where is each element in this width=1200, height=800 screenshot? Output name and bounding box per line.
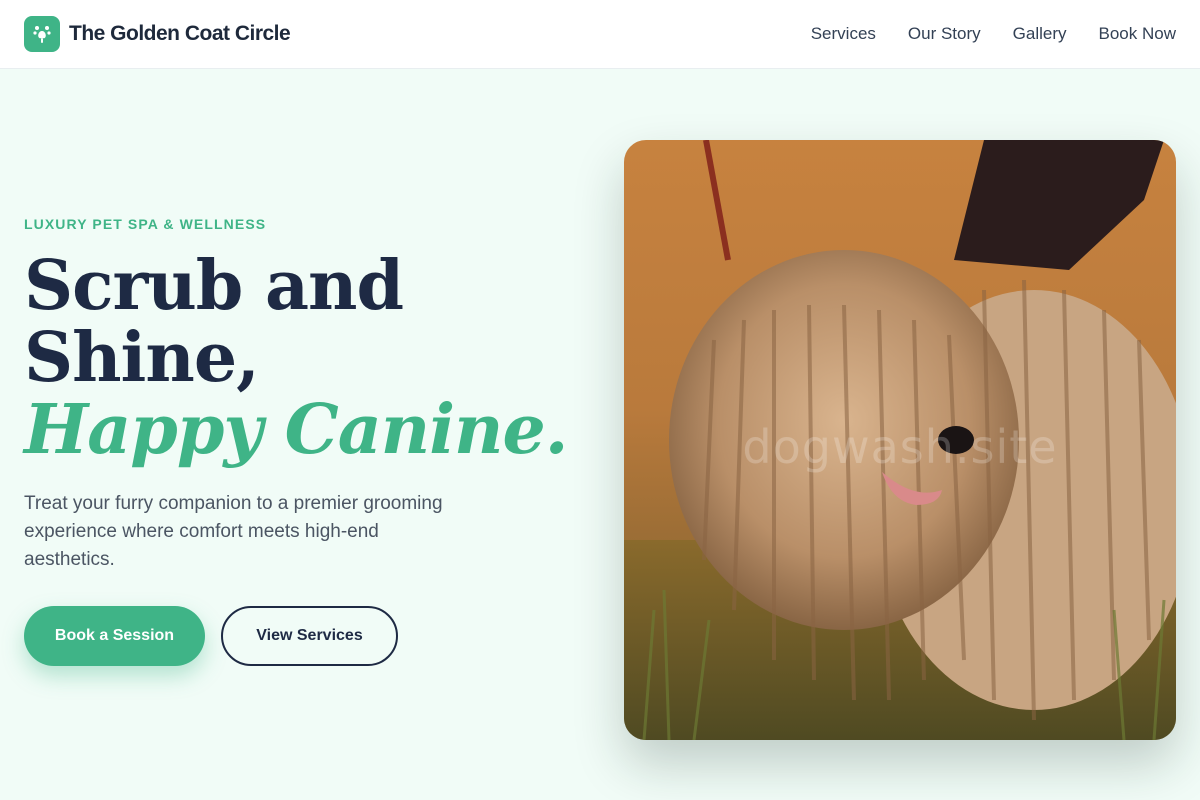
hero-headline: Scrub and Shine, Happy Canine. xyxy=(24,250,584,466)
hero-eyebrow: LUXURY PET SPA & WELLNESS xyxy=(24,216,267,232)
hero-dog-photo: dogwash.site xyxy=(624,140,1176,740)
book-session-button[interactable]: Book a Session xyxy=(24,606,205,666)
headline-line-2: Shine, xyxy=(24,318,260,398)
nav-item-gallery[interactable]: Gallery xyxy=(1013,24,1067,44)
main-nav: Services Our Story Gallery Book Now xyxy=(811,24,1176,44)
nav-item-our-story[interactable]: Our Story xyxy=(908,24,981,44)
paw-icon xyxy=(24,16,60,52)
brand-link[interactable]: The Golden Coat Circle xyxy=(24,16,291,52)
site-header: The Golden Coat Circle Services Our Stor… xyxy=(0,0,1200,69)
brand-name: The Golden Coat Circle xyxy=(69,22,291,45)
nav-item-services[interactable]: Services xyxy=(811,24,876,44)
image-watermark: dogwash.site xyxy=(742,420,1058,474)
headline-line-1: Scrub and xyxy=(24,246,404,326)
headline-accent: Happy Canine. xyxy=(24,390,568,470)
hero-description: Treat your furry companion to a premier … xyxy=(24,493,443,570)
view-services-button[interactable]: View Services xyxy=(221,606,398,666)
nav-item-book-now[interactable]: Book Now xyxy=(1099,24,1176,44)
